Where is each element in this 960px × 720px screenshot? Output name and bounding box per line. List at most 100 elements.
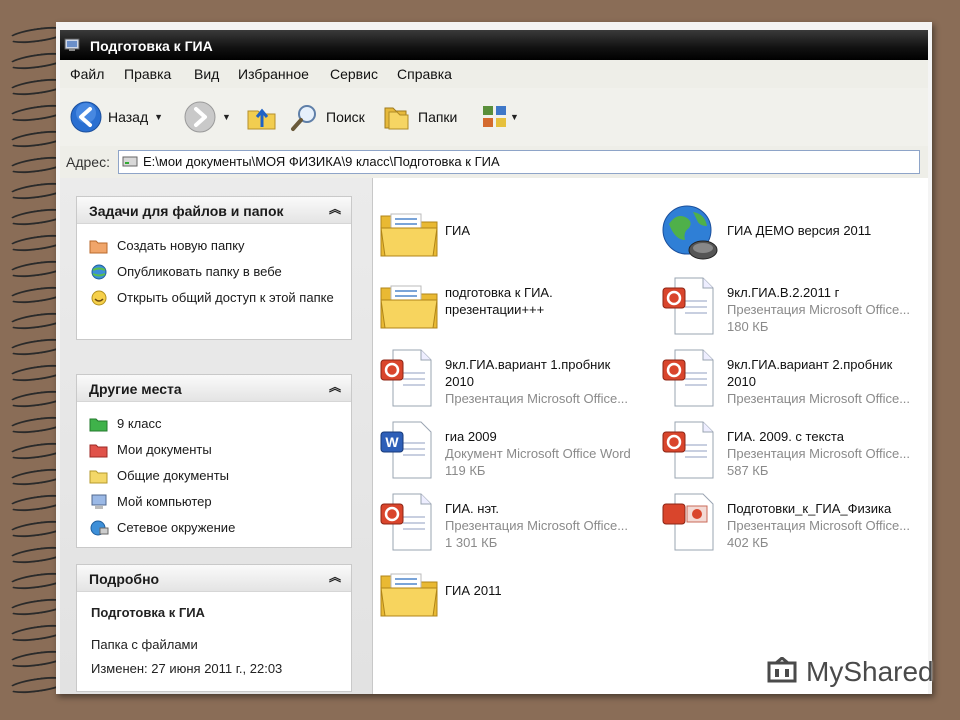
back-arrow-icon bbox=[70, 101, 102, 133]
file-info: 9кл.ГИА.вариант 1.пробник 2010 Презентация… bbox=[445, 356, 628, 408]
file-item[interactable]: ГИА. нэт. Презентация Microsoft Office...… bbox=[377, 492, 628, 552]
views-dropdown-icon[interactable]: ▼ bbox=[510, 112, 519, 122]
views-button[interactable]: ▼ bbox=[480, 100, 519, 134]
file-info: 9кл.ГИА.В.2.2011 г Презентация Microsoft … bbox=[727, 284, 910, 336]
file-line2: 2010 bbox=[445, 374, 474, 389]
places-panel-header[interactable]: Другие места ︽ bbox=[77, 375, 351, 402]
globe-icon bbox=[659, 204, 723, 264]
folder-item[interactable]: ГИА 2011 bbox=[377, 564, 502, 624]
file-item[interactable]: Подготовки_к_ГИА_Физика Презентация Micro… bbox=[659, 492, 910, 552]
menu-tools[interactable]: Сервис bbox=[330, 66, 378, 82]
file-list: ГИА ГИА ДЕМО версия 2011 подготовка к ГИА.… bbox=[373, 178, 928, 694]
new-folder-icon bbox=[89, 240, 108, 254]
file-name: 9кл.ГИА.В.2.2011 г bbox=[727, 285, 840, 300]
task-share-folder[interactable]: Открыть общий доступ к этой папке bbox=[89, 289, 337, 307]
window-icon bbox=[64, 38, 80, 51]
file-name: ГИА ДЕМО версия 2011 bbox=[727, 223, 872, 238]
notebook-spiral bbox=[0, 20, 69, 720]
folder-icon bbox=[377, 564, 441, 624]
window-title: Подготовка к ГИА bbox=[90, 38, 213, 54]
folder-item[interactable]: подготовка к ГИА. презентации+++ bbox=[377, 276, 553, 336]
place-label: Мой компьютер bbox=[117, 494, 212, 509]
views-icon bbox=[483, 106, 506, 127]
place-label: Сетевое окружение bbox=[117, 520, 236, 535]
places-panel-title: Другие места bbox=[89, 381, 182, 397]
title-bar[interactable]: Подготовка к ГИА bbox=[60, 30, 928, 60]
file-line2: Презентация Microsoft Office... bbox=[727, 302, 911, 317]
my-computer-icon bbox=[91, 494, 107, 509]
folders-button[interactable]: Папки bbox=[382, 100, 457, 134]
up-folder-button[interactable] bbox=[246, 100, 278, 134]
my-documents-icon bbox=[89, 444, 108, 458]
menu-file[interactable]: Файл bbox=[70, 66, 104, 82]
task-pane: Задачи для файлов и папок ︽ Создать нову… bbox=[60, 178, 373, 694]
back-dropdown-icon[interactable]: ▼ bbox=[154, 112, 163, 122]
place-my-computer[interactable]: Мой компьютер bbox=[89, 493, 337, 511]
file-item[interactable]: 9кл.ГИА.вариант 2.пробник 2010 Презентация… bbox=[659, 348, 910, 408]
file-line3: 587 КБ bbox=[727, 463, 769, 478]
tasks-panel-title: Задачи для файлов и папок bbox=[89, 203, 284, 219]
file-item[interactable]: ГИА ДЕМО версия 2011 bbox=[659, 204, 871, 264]
folders-label: Папки bbox=[418, 109, 458, 125]
file-item[interactable]: 9кл.ГИА.В.2.2011 г Презентация Microsoft … bbox=[659, 276, 910, 336]
file-line3: 402 КБ bbox=[727, 535, 769, 550]
watermark: MyShared bbox=[766, 656, 934, 688]
file-info: ГИА 2011 bbox=[445, 582, 502, 624]
back-label: Назад bbox=[108, 109, 149, 125]
file-item[interactable]: Wгиа 2009 Документ Microsoft Office Word 1… bbox=[377, 420, 631, 480]
file-line3: 1 301 КБ bbox=[445, 535, 498, 550]
myshared-logo-icon bbox=[767, 657, 797, 683]
forward-dropdown-icon[interactable]: ▼ bbox=[222, 112, 231, 122]
task-new-folder[interactable]: Создать новую папку bbox=[89, 237, 337, 255]
folder-item[interactable]: ГИА bbox=[377, 204, 470, 264]
green-folder-icon bbox=[89, 418, 108, 432]
address-field[interactable]: E:\мои документы\МОЯ ФИЗИКА\9 класс\Подг… bbox=[118, 150, 920, 174]
powerpoint-file-icon bbox=[659, 276, 723, 336]
drive-icon bbox=[122, 156, 138, 167]
file-name: 9кл.ГИА.вариант 1.пробник bbox=[445, 357, 611, 372]
file-info: ГИА. 2009. с текста Презентация Microsoft… bbox=[727, 428, 910, 480]
chevron-up-icon[interactable]: ︽ bbox=[327, 201, 343, 217]
address-bar: Адрес: E:\мои документы\МОЯ ФИЗИКА\9 кла… bbox=[60, 146, 928, 179]
tasks-panel: Задачи для файлов и папок ︽ Создать нову… bbox=[76, 196, 352, 340]
publish-web-icon bbox=[91, 264, 107, 280]
task-label: Опубликовать папку в вебе bbox=[117, 264, 282, 279]
forward-button[interactable]: ▼ bbox=[184, 100, 231, 134]
place-my-documents[interactable]: Мои документы bbox=[89, 441, 337, 459]
chevron-up-icon[interactable]: ︽ bbox=[327, 379, 343, 395]
file-name: гиа 2009 bbox=[445, 429, 497, 444]
task-publish-web[interactable]: Опубликовать папку в вебе bbox=[89, 263, 337, 281]
details-panel: Подробно ︽ Подготовка к ГИА Папка с файл… bbox=[76, 564, 352, 692]
file-info: Подготовки_к_ГИА_Физика Презентация Micro… bbox=[727, 500, 910, 552]
other-places-panel: Другие места ︽ 9 класс Мои документы Общ… bbox=[76, 374, 352, 548]
tasks-panel-header[interactable]: Задачи для файлов и папок ︽ bbox=[77, 197, 351, 224]
menu-favorites[interactable]: Избранное bbox=[238, 66, 309, 82]
file-line2: Презентация Microsoft Office... bbox=[727, 446, 911, 461]
file-name: ГИА 2011 bbox=[445, 583, 502, 598]
menu-help[interactable]: Справка bbox=[397, 66, 452, 82]
place-label: Мои документы bbox=[117, 442, 212, 457]
chevron-up-icon[interactable]: ︽ bbox=[327, 569, 343, 585]
word-file-icon: W bbox=[377, 420, 441, 480]
file-item[interactable]: 9кл.ГИА.вариант 1.пробник 2010 Презентация… bbox=[377, 348, 628, 408]
menu-view[interactable]: Вид bbox=[194, 66, 219, 82]
file-info: ГИА. нэт. Презентация Microsoft Office...… bbox=[445, 500, 628, 552]
powerpoint-file-icon bbox=[377, 348, 441, 408]
file-info: 9кл.ГИА.вариант 2.пробник 2010 Презентация… bbox=[727, 356, 910, 408]
folder-icon bbox=[377, 204, 441, 264]
back-button[interactable]: Назад ▼ bbox=[70, 100, 163, 134]
folder-icon bbox=[377, 276, 441, 336]
menu-edit[interactable]: Правка bbox=[124, 66, 171, 82]
place-9-class[interactable]: 9 класс bbox=[89, 415, 337, 433]
search-button[interactable]: Поиск bbox=[290, 100, 365, 134]
search-label: Поиск bbox=[326, 109, 365, 125]
details-modified: Изменен: 27 июня 2011 г., 22:03 bbox=[91, 661, 283, 676]
powerpoint-file-icon bbox=[659, 420, 723, 480]
file-line2: презентации+++ bbox=[445, 302, 545, 317]
file-item[interactable]: ГИА. 2009. с текста Презентация Microsoft… bbox=[659, 420, 910, 480]
slideshow-file-icon bbox=[659, 492, 723, 552]
place-network[interactable]: Сетевое окружение bbox=[89, 519, 337, 537]
details-panel-header[interactable]: Подробно ︽ bbox=[77, 565, 351, 592]
place-shared-documents[interactable]: Общие документы bbox=[89, 467, 337, 485]
place-label: 9 класс bbox=[117, 416, 162, 431]
